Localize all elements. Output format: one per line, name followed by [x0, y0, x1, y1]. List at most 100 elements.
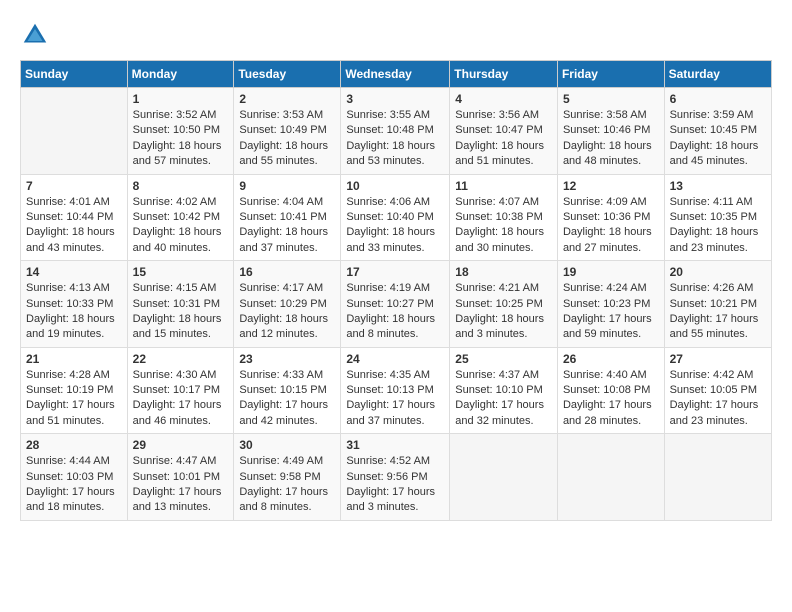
day-number: 14 — [26, 265, 122, 279]
logo — [20, 20, 54, 50]
calendar-cell: 31Sunrise: 4:52 AMSunset: 9:56 PMDayligh… — [341, 434, 450, 521]
day-number: 5 — [563, 92, 659, 106]
daylight-text: Daylight: 18 hours and 19 minutes. — [26, 312, 122, 343]
calendar-cell: 26Sunrise: 4:40 AMSunset: 10:08 PMDaylig… — [557, 347, 664, 434]
calendar-cell: 11Sunrise: 4:07 AMSunset: 10:38 PMDaylig… — [450, 174, 558, 261]
header-day: Sunday — [21, 61, 128, 88]
calendar-cell: 8Sunrise: 4:02 AMSunset: 10:42 PMDayligh… — [127, 174, 234, 261]
sunset-text: Sunset: 10:08 PM — [563, 383, 659, 398]
header-day: Monday — [127, 61, 234, 88]
calendar-cell: 19Sunrise: 4:24 AMSunset: 10:23 PMDaylig… — [557, 261, 664, 348]
sunrise-text: Sunrise: 3:56 AM — [455, 108, 552, 123]
sunrise-text: Sunrise: 4:15 AM — [133, 281, 229, 296]
sunset-text: Sunset: 10:05 PM — [670, 383, 766, 398]
daylight-text: Daylight: 18 hours and 15 minutes. — [133, 312, 229, 343]
daylight-text: Daylight: 17 hours and 59 minutes. — [563, 312, 659, 343]
sunrise-text: Sunrise: 4:24 AM — [563, 281, 659, 296]
sunrise-text: Sunrise: 4:44 AM — [26, 454, 122, 469]
day-number: 25 — [455, 352, 552, 366]
daylight-text: Daylight: 17 hours and 18 minutes. — [26, 485, 122, 516]
calendar-cell: 9Sunrise: 4:04 AMSunset: 10:41 PMDayligh… — [234, 174, 341, 261]
day-number: 18 — [455, 265, 552, 279]
sunrise-text: Sunrise: 3:53 AM — [239, 108, 335, 123]
calendar-week-row: 21Sunrise: 4:28 AMSunset: 10:19 PMDaylig… — [21, 347, 772, 434]
calendar-cell — [664, 434, 771, 521]
header-day: Saturday — [664, 61, 771, 88]
daylight-text: Daylight: 18 hours and 48 minutes. — [563, 139, 659, 170]
day-number: 19 — [563, 265, 659, 279]
sunset-text: Sunset: 10:40 PM — [346, 210, 444, 225]
sunrise-text: Sunrise: 4:09 AM — [563, 195, 659, 210]
sunrise-text: Sunrise: 4:49 AM — [239, 454, 335, 469]
sunrise-text: Sunrise: 4:35 AM — [346, 368, 444, 383]
sunset-text: Sunset: 10:41 PM — [239, 210, 335, 225]
daylight-text: Daylight: 18 hours and 40 minutes. — [133, 225, 229, 256]
sunset-text: Sunset: 10:25 PM — [455, 297, 552, 312]
sunset-text: Sunset: 10:36 PM — [563, 210, 659, 225]
logo-icon — [20, 20, 50, 50]
sunrise-text: Sunrise: 4:06 AM — [346, 195, 444, 210]
day-number: 29 — [133, 438, 229, 452]
day-number: 20 — [670, 265, 766, 279]
daylight-text: Daylight: 17 hours and 37 minutes. — [346, 398, 444, 429]
day-number: 7 — [26, 179, 122, 193]
sunset-text: Sunset: 10:03 PM — [26, 470, 122, 485]
calendar-table: SundayMondayTuesdayWednesdayThursdayFrid… — [20, 60, 772, 521]
sunrise-text: Sunrise: 4:01 AM — [26, 195, 122, 210]
day-number: 12 — [563, 179, 659, 193]
day-number: 22 — [133, 352, 229, 366]
calendar-cell: 25Sunrise: 4:37 AMSunset: 10:10 PMDaylig… — [450, 347, 558, 434]
daylight-text: Daylight: 17 hours and 55 minutes. — [670, 312, 766, 343]
sunrise-text: Sunrise: 4:13 AM — [26, 281, 122, 296]
calendar-cell: 4Sunrise: 3:56 AMSunset: 10:47 PMDayligh… — [450, 88, 558, 175]
daylight-text: Daylight: 17 hours and 13 minutes. — [133, 485, 229, 516]
calendar-cell: 1Sunrise: 3:52 AMSunset: 10:50 PMDayligh… — [127, 88, 234, 175]
sunset-text: Sunset: 10:46 PM — [563, 123, 659, 138]
calendar-week-row: 7Sunrise: 4:01 AMSunset: 10:44 PMDayligh… — [21, 174, 772, 261]
calendar-cell — [21, 88, 128, 175]
calendar-cell: 22Sunrise: 4:30 AMSunset: 10:17 PMDaylig… — [127, 347, 234, 434]
daylight-text: Daylight: 18 hours and 51 minutes. — [455, 139, 552, 170]
sunset-text: Sunset: 10:19 PM — [26, 383, 122, 398]
day-number: 31 — [346, 438, 444, 452]
sunset-text: Sunset: 10:29 PM — [239, 297, 335, 312]
calendar-cell: 7Sunrise: 4:01 AMSunset: 10:44 PMDayligh… — [21, 174, 128, 261]
daylight-text: Daylight: 18 hours and 55 minutes. — [239, 139, 335, 170]
header-day: Wednesday — [341, 61, 450, 88]
daylight-text: Daylight: 17 hours and 51 minutes. — [26, 398, 122, 429]
calendar-cell: 16Sunrise: 4:17 AMSunset: 10:29 PMDaylig… — [234, 261, 341, 348]
sunset-text: Sunset: 10:15 PM — [239, 383, 335, 398]
day-number: 2 — [239, 92, 335, 106]
day-number: 30 — [239, 438, 335, 452]
sunset-text: Sunset: 9:56 PM — [346, 470, 444, 485]
day-number: 15 — [133, 265, 229, 279]
calendar-cell: 28Sunrise: 4:44 AMSunset: 10:03 PMDaylig… — [21, 434, 128, 521]
day-number: 27 — [670, 352, 766, 366]
calendar-cell — [450, 434, 558, 521]
day-number: 6 — [670, 92, 766, 106]
daylight-text: Daylight: 17 hours and 28 minutes. — [563, 398, 659, 429]
daylight-text: Daylight: 18 hours and 3 minutes. — [455, 312, 552, 343]
calendar-cell: 6Sunrise: 3:59 AMSunset: 10:45 PMDayligh… — [664, 88, 771, 175]
day-number: 10 — [346, 179, 444, 193]
sunrise-text: Sunrise: 4:47 AM — [133, 454, 229, 469]
sunrise-text: Sunrise: 4:42 AM — [670, 368, 766, 383]
sunrise-text: Sunrise: 4:17 AM — [239, 281, 335, 296]
sunrise-text: Sunrise: 4:28 AM — [26, 368, 122, 383]
sunset-text: Sunset: 10:49 PM — [239, 123, 335, 138]
day-number: 3 — [346, 92, 444, 106]
calendar-cell — [557, 434, 664, 521]
sunset-text: Sunset: 10:13 PM — [346, 383, 444, 398]
calendar-cell: 12Sunrise: 4:09 AMSunset: 10:36 PMDaylig… — [557, 174, 664, 261]
daylight-text: Daylight: 18 hours and 30 minutes. — [455, 225, 552, 256]
day-number: 21 — [26, 352, 122, 366]
day-number: 13 — [670, 179, 766, 193]
sunrise-text: Sunrise: 4:30 AM — [133, 368, 229, 383]
sunset-text: Sunset: 10:01 PM — [133, 470, 229, 485]
daylight-text: Daylight: 17 hours and 32 minutes. — [455, 398, 552, 429]
calendar-cell: 10Sunrise: 4:06 AMSunset: 10:40 PMDaylig… — [341, 174, 450, 261]
header-day: Friday — [557, 61, 664, 88]
sunrise-text: Sunrise: 3:58 AM — [563, 108, 659, 123]
calendar-cell: 2 Sunrise: 3:53 AMSunset: 10:49 PMDayligh… — [234, 88, 341, 175]
day-number: 24 — [346, 352, 444, 366]
